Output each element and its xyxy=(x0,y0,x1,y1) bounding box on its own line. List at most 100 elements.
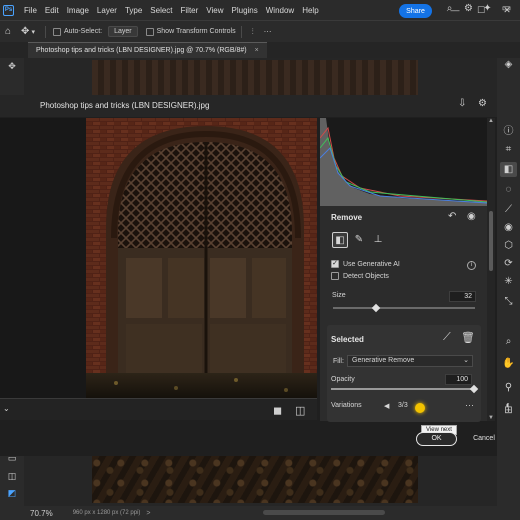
reset-icon[interactable]: ↶ xyxy=(448,211,456,222)
trash-icon[interactable]: 🗑 xyxy=(461,331,475,344)
scroll-thumb[interactable] xyxy=(489,211,493,271)
generative-icon[interactable]: ◩ xyxy=(4,488,20,502)
eye-icon[interactable]: ◉ xyxy=(500,220,517,235)
hand-icon[interactable]: ✋ xyxy=(500,356,517,371)
circle-icon[interactable]: ◌ xyxy=(500,182,517,197)
auto-select-checkbox[interactable] xyxy=(52,27,61,36)
move-tool-icon[interactable]: ✥ xyxy=(21,26,29,37)
adjust-icon[interactable]: ✳ xyxy=(500,274,517,289)
opacity-value[interactable]: 100 xyxy=(445,374,472,385)
opacity-slider-knob[interactable] xyxy=(469,384,479,394)
transform-icon[interactable]: ⤡ xyxy=(500,294,517,309)
menu-edit[interactable]: Edit xyxy=(41,6,63,15)
options-right-icons: ⌕ ⚙ ✦ ▭ xyxy=(440,3,516,14)
detect-objects-row[interactable]: Detect Objects xyxy=(331,272,389,280)
dialog-title: Photoshop tips and tricks (LBN DESIGNER)… xyxy=(40,101,210,110)
ok-button[interactable]: OK xyxy=(416,432,457,446)
grid-icon[interactable]: ⊞ xyxy=(500,403,517,418)
size-value[interactable]: 32 xyxy=(449,291,476,302)
document-tab-title: Photoshop tips and tricks (LBN DESIGNER)… xyxy=(36,47,247,54)
zoom-icon[interactable]: ⌕ xyxy=(500,334,517,349)
close-tab-icon[interactable]: × xyxy=(255,47,259,54)
opacity-slider-track[interactable] xyxy=(331,388,475,390)
gear-icon[interactable]: ⚙ xyxy=(478,98,487,109)
zoom-level[interactable]: 70.7% xyxy=(30,509,53,518)
eyedropper-icon[interactable]: ⚲ xyxy=(500,380,517,395)
previous-variation-icon[interactable]: ◀ xyxy=(384,402,389,410)
eraser-icon[interactable]: ◧ xyxy=(500,162,517,177)
size-slider-track[interactable] xyxy=(333,307,475,309)
use-generative-ai-checkbox[interactable]: ✓ xyxy=(331,260,339,268)
quick-mask-icon[interactable]: ◫ xyxy=(4,471,20,485)
menu-window[interactable]: Window xyxy=(262,6,298,15)
search-icon[interactable]: ⌕ xyxy=(440,3,459,14)
menu-filter[interactable]: Filter xyxy=(177,6,203,15)
brush-icon[interactable]: ⟋ xyxy=(500,202,517,217)
workspace-icon[interactable]: ▭ xyxy=(497,3,516,14)
detect-objects-checkbox[interactable] xyxy=(331,272,339,280)
canvas-image-top xyxy=(92,60,418,96)
cancel-button[interactable]: Cancel xyxy=(468,432,500,446)
fill-dropdown[interactable]: Generative Remove ⌄ xyxy=(347,355,473,367)
panel-scrollbar[interactable]: ▲ ▼ xyxy=(487,118,495,421)
menu-view[interactable]: View xyxy=(202,6,227,15)
divider xyxy=(44,25,46,38)
move-tool-icon[interactable]: ✥ xyxy=(4,61,20,75)
layers-icon[interactable]: ◈ xyxy=(500,57,517,72)
chevron-down-icon[interactable]: ▾ xyxy=(31,28,35,36)
export-icon[interactable]: ⇩ xyxy=(458,98,466,109)
menu-image[interactable]: Image xyxy=(63,6,93,15)
fill-label: Fill: xyxy=(333,358,344,365)
crop-icon[interactable]: ⌗ xyxy=(500,142,517,157)
lightbulb-icon[interactable]: ✦ xyxy=(478,3,497,14)
show-transform-label: Show Transform Controls xyxy=(156,28,236,35)
info-icon[interactable]: i xyxy=(467,261,476,270)
mouse-cursor-highlight xyxy=(415,403,425,413)
align-icon[interactable]: ⫶ xyxy=(252,27,254,37)
remove-brush-tool[interactable]: ◧ xyxy=(332,232,348,248)
more-icon[interactable]: ··· xyxy=(264,27,272,36)
menu-type[interactable]: Type xyxy=(121,6,146,15)
settings-icon[interactable]: ⚙ xyxy=(459,3,478,14)
status-chevron-icon[interactable]: > xyxy=(146,510,150,517)
histogram-graph xyxy=(320,118,487,206)
detect-objects-label: Detect Objects xyxy=(343,272,389,280)
more-options-icon[interactable]: ··· xyxy=(465,400,474,410)
info-icon[interactable]: ⓘ xyxy=(500,124,517,139)
selected-panel: Selected ⟋ 🗑 Fill: Generative Remove ⌄ O… xyxy=(327,325,481,422)
canvas-image-bottom xyxy=(92,455,418,503)
show-transform-checkbox[interactable] xyxy=(145,27,154,36)
cube-icon[interactable]: ⬡ xyxy=(500,238,517,253)
menu-help[interactable]: Help xyxy=(298,6,322,15)
brush-icon[interactable]: ⟋ xyxy=(443,331,451,344)
document-tab[interactable]: Photoshop tips and tricks (LBN DESIGNER)… xyxy=(28,42,267,58)
door-photo xyxy=(86,118,317,398)
use-generative-ai-row[interactable]: ✓ Use Generative AI xyxy=(331,260,400,268)
image-preview[interactable] xyxy=(86,118,317,398)
visibility-eye-icon[interactable]: ◉ xyxy=(467,211,476,222)
size-value-field[interactable]: 32 xyxy=(449,291,476,302)
horizontal-scrollbar[interactable] xyxy=(263,510,385,515)
auto-select-target-dropdown[interactable]: Layer xyxy=(108,26,138,37)
menu-select[interactable]: Select xyxy=(146,6,176,15)
fit-screen-icon[interactable]: ◼ xyxy=(273,404,282,417)
status-bar: 70.7% 960 px x 1280 px (72 ppi) > xyxy=(0,506,520,520)
chevron-down-icon: ⌄ xyxy=(463,357,469,364)
preview-footer: ⌄ ◼ ◫ xyxy=(0,398,317,420)
chevron-down-icon[interactable]: ⌄ xyxy=(3,404,10,413)
menu-file[interactable]: File xyxy=(20,6,41,15)
bandage-tool-icon[interactable]: ✎ xyxy=(351,232,367,248)
share-button[interactable]: Share xyxy=(399,4,432,18)
home-icon[interactable]: ⌂ xyxy=(5,26,11,37)
scroll-down-icon[interactable]: ▼ xyxy=(488,415,494,421)
fill-dropdown-value: Generative Remove xyxy=(352,357,415,364)
stamp-tool-icon[interactable]: ⊥ xyxy=(370,232,386,248)
scroll-up-icon[interactable]: ▲ xyxy=(488,118,494,124)
opacity-value-field[interactable]: 100 xyxy=(445,374,472,385)
options-bar: ⌂ ✥ ▾ Auto-Select: Layer Show Transform … xyxy=(0,20,520,42)
document-dimensions: 960 px x 1280 px (72 ppi) xyxy=(72,510,141,516)
compare-icon[interactable]: ◫ xyxy=(295,404,305,417)
menu-layer[interactable]: Layer xyxy=(93,6,121,15)
refresh-icon[interactable]: ⟳ xyxy=(500,256,517,271)
menu-plugins[interactable]: Plugins xyxy=(228,6,262,15)
